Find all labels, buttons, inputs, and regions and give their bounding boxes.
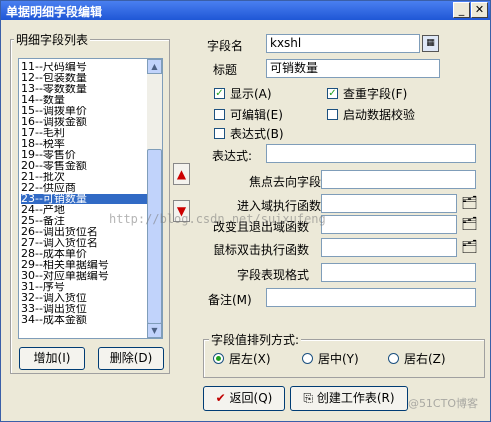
function-picker-icon[interactable]: 🗂 xyxy=(461,195,478,212)
calendar-icon[interactable]: ▦ xyxy=(422,35,439,52)
align-right-radio[interactable] xyxy=(388,353,399,364)
field-list-item[interactable]: 32--调入货位 xyxy=(21,293,147,303)
add-button[interactable]: 增加(I) xyxy=(19,347,85,370)
back-button[interactable]: ✔ 返回(Q) xyxy=(203,386,285,411)
field-list-item[interactable]: 17--毛利 xyxy=(21,128,147,138)
expression-label: 表达式: xyxy=(212,149,253,163)
align-left-label[interactable]: 居左(X) xyxy=(229,350,271,367)
format-label: 字段表现格式 xyxy=(237,268,310,282)
field-list-item[interactable]: 13--零数数量 xyxy=(21,84,147,94)
dialog-window: 单据明细字段编辑 _ ✕ 明细字段列表 11--尺码编号 12--包装数量 13--… xyxy=(0,0,491,422)
field-list-item[interactable]: 27--调入货位名 xyxy=(21,238,147,248)
validate-checkbox[interactable] xyxy=(327,109,338,120)
validate-checkbox-label[interactable]: 启动数据校验 xyxy=(343,106,415,123)
editable-checkbox[interactable] xyxy=(214,109,225,120)
align-center-label[interactable]: 居中(Y) xyxy=(318,350,359,367)
scroll-thumb[interactable] xyxy=(147,149,162,324)
remark-input[interactable] xyxy=(266,288,476,307)
function-picker-icon[interactable]: 🗂 xyxy=(461,216,478,233)
lookup-checkbox-label[interactable]: 查重字段(F) xyxy=(343,85,407,102)
field-list-item[interactable]: 23--可销数量 xyxy=(21,194,147,204)
window-title: 单据明细字段编辑 xyxy=(6,5,103,19)
close-icon: ✕ xyxy=(474,3,485,16)
watermark-text: http://blog.csdn.net/suixufeng xyxy=(109,212,326,226)
field-list-item[interactable]: 14--数量 xyxy=(21,95,147,105)
field-list-item[interactable]: 31--序号 xyxy=(21,282,147,292)
title-bar[interactable]: 单据明细字段编辑 _ ✕ xyxy=(1,1,490,20)
focus-field-input[interactable] xyxy=(321,170,476,189)
expression-checkbox-label[interactable]: 表达式(B) xyxy=(230,125,284,142)
field-list-item[interactable]: 16--调拨金额 xyxy=(21,117,147,127)
format-input[interactable] xyxy=(321,263,476,282)
show-checkbox[interactable]: ✓ xyxy=(214,88,225,99)
field-list-item[interactable]: 26--调出货位名 xyxy=(21,227,147,237)
alignment-group-label: 字段值排列方式: xyxy=(209,331,302,348)
minimize-button[interactable]: _ xyxy=(453,2,470,18)
create-sheet-button-label: 创建工作表(R) xyxy=(316,391,395,405)
field-list-group-label: 明细字段列表 xyxy=(14,31,91,48)
align-left-radio[interactable] xyxy=(213,353,224,364)
field-list-item[interactable]: 33--调出货位 xyxy=(21,304,147,314)
focus-field-label: 焦点去向字段 xyxy=(249,175,322,189)
editable-checkbox-label[interactable]: 可编辑(E) xyxy=(230,106,283,123)
field-list-item[interactable]: 12--包装数量 xyxy=(21,73,147,83)
field-list-item[interactable]: 11--尺码编号 xyxy=(21,62,147,72)
field-list-item[interactable]: 15--调拨单价 xyxy=(21,106,147,116)
back-button-label: 返回(Q) xyxy=(229,391,273,405)
arrow-up-icon: ▲ xyxy=(176,167,187,181)
field-list-item[interactable]: 21--批次 xyxy=(21,172,147,182)
close-button[interactable]: ✕ xyxy=(471,2,488,18)
align-center-radio[interactable] xyxy=(302,353,313,364)
field-list-item[interactable]: 18--税率 xyxy=(21,139,147,149)
expression-checkbox[interactable] xyxy=(214,128,225,139)
move-up-button[interactable]: ▲ xyxy=(173,163,190,185)
title-input[interactable]: 可销数量 xyxy=(266,59,440,78)
remark-label: 备注(M) xyxy=(208,293,252,307)
show-checkbox-label[interactable]: 显示(A) xyxy=(230,85,272,102)
field-list-item[interactable]: 30--对应单据编号 xyxy=(21,271,147,281)
scroll-up-arrow-icon[interactable]: ▲ xyxy=(147,59,162,74)
exit-func-input[interactable] xyxy=(321,215,457,234)
field-list-item[interactable]: 34--成本金额 xyxy=(21,315,147,325)
function-picker-icon[interactable]: 🗂 xyxy=(461,239,478,256)
field-list-item[interactable]: 22--供应商 xyxy=(21,183,147,193)
lookup-checkbox[interactable]: ✓ xyxy=(327,88,338,99)
align-right-label[interactable]: 居右(Z) xyxy=(404,350,446,367)
create-sheet-icon: ⎘ xyxy=(303,391,314,405)
field-list-item[interactable]: 19--零售价 xyxy=(21,150,147,160)
dblclick-func-label: 鼠标双击执行函数 xyxy=(213,243,310,257)
dblclick-func-input[interactable] xyxy=(321,238,457,257)
site-logo: @51CTO博客 xyxy=(407,397,478,410)
minimize-icon: _ xyxy=(458,3,465,16)
field-name-input[interactable]: kxshl xyxy=(266,34,420,53)
field-name-label: 字段名 xyxy=(207,39,244,53)
expression-input[interactable] xyxy=(266,144,476,163)
field-listbox[interactable]: 11--尺码编号 12--包装数量 13--零数数量 14--数量 15--调拨单价 16… xyxy=(18,58,163,339)
title-label: 标题 xyxy=(213,63,238,77)
create-sheet-button[interactable]: ⎘ 创建工作表(R) xyxy=(290,386,408,411)
field-list-item[interactable]: 20--零售金额 xyxy=(21,161,147,171)
list-vertical-scrollbar[interactable]: ▲ ▼ xyxy=(147,59,162,338)
enter-func-input[interactable] xyxy=(321,194,457,213)
scroll-down-arrow-icon[interactable]: ▼ xyxy=(147,323,162,338)
checkmark-icon: ✔ xyxy=(215,391,226,405)
field-list-item[interactable]: 29--相关单据编号 xyxy=(21,260,147,270)
field-list-item[interactable]: 28--成本单价 xyxy=(21,249,147,259)
delete-button[interactable]: 删除(D) xyxy=(98,347,164,370)
